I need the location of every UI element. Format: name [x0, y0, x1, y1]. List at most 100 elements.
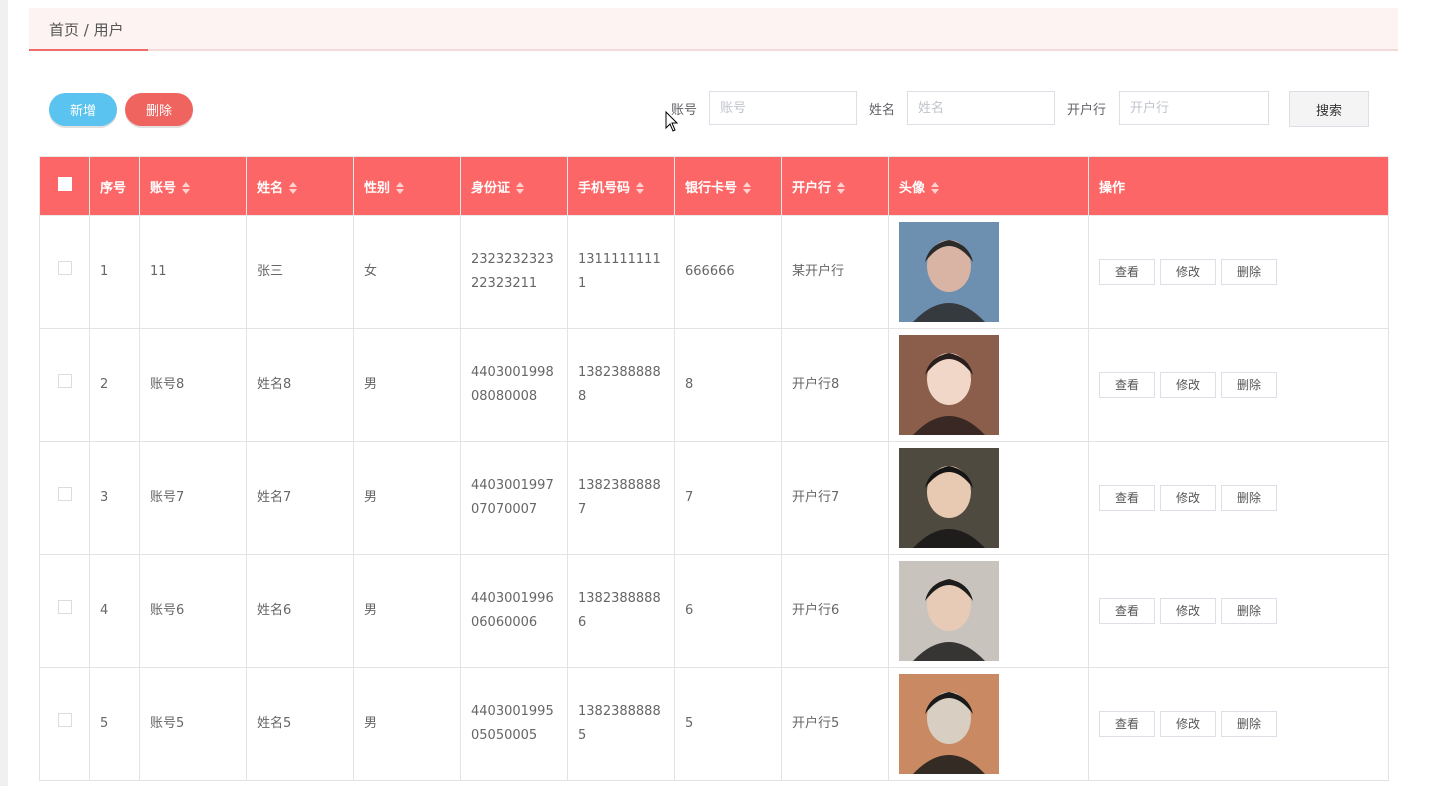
row-checkbox-cell[interactable] [39, 215, 90, 329]
cell-gender: 男 [353, 328, 461, 442]
header-index: 序号 [89, 156, 140, 216]
table-row: 4 账号6 姓名6 男 440300199606060006 13823888886 6 开户… [39, 554, 1389, 668]
cell-phone: 13823888887 [567, 441, 675, 555]
cell-account: 11 [139, 215, 247, 329]
view-button[interactable]: 查看 [1099, 259, 1155, 285]
cell-id-card: 440300199606060006 [460, 554, 568, 668]
select-all-checkbox[interactable] [57, 177, 72, 191]
row-checkbox-cell[interactable] [39, 667, 90, 781]
sort-icon[interactable] [289, 182, 298, 194]
cell-index: 1 [89, 215, 140, 329]
cell-account: 账号8 [139, 328, 247, 442]
cell-bank-card: 7 [674, 441, 782, 555]
header-gender[interactable]: 性别 [353, 156, 461, 216]
row-checkbox[interactable] [57, 261, 72, 275]
cell-index: 4 [89, 554, 140, 668]
cell-id-card: 440300199505050005 [460, 667, 568, 781]
view-button[interactable]: 查看 [1099, 485, 1155, 511]
cell-bank: 开户行5 [781, 667, 889, 781]
row-checkbox[interactable] [57, 600, 72, 614]
cell-phone: 13111111111 [567, 215, 675, 329]
row-checkbox-cell[interactable] [39, 554, 90, 668]
cell-index: 5 [89, 667, 140, 781]
cell-account: 账号5 [139, 667, 247, 781]
cell-phone: 13823888885 [567, 667, 675, 781]
row-checkbox[interactable] [57, 487, 72, 501]
cell-actions: 查看 修改 删除 [1088, 554, 1389, 668]
table-row: 1 11 张三女 232323232322323211 13111111111 66666… [39, 215, 1389, 329]
view-button[interactable]: 查看 [1099, 372, 1155, 398]
header-actions: 操作 [1088, 156, 1389, 216]
row-checkbox-cell[interactable] [39, 328, 90, 442]
cell-id-card: 232323232322323211 [460, 215, 568, 329]
search-button[interactable]: 搜索 [1289, 91, 1369, 127]
view-button[interactable]: 查看 [1099, 598, 1155, 624]
table-row: 5 账号5 姓名5 男 440300199505050005 13823888885 5 开户… [39, 667, 1389, 781]
header-avatar[interactable]: 头像 [888, 156, 1089, 216]
edit-button[interactable]: 修改 [1160, 485, 1216, 511]
cell-phone: 13823888888 [567, 328, 675, 442]
edit-button[interactable]: 修改 [1160, 711, 1216, 737]
row-checkbox-cell[interactable] [39, 441, 90, 555]
avatar-photo[interactable] [899, 222, 999, 322]
cell-name: 张三 [246, 215, 354, 329]
table-row: 3 账号7 姓名7 男 440300199707070007 13823888887 7 开户… [39, 441, 1389, 555]
row-delete-button[interactable]: 删除 [1221, 259, 1277, 285]
row-checkbox[interactable] [57, 374, 72, 388]
avatar-photo[interactable] [899, 674, 999, 774]
row-checkbox[interactable] [57, 713, 72, 727]
avatar-photo[interactable] [899, 561, 999, 661]
edit-button[interactable]: 修改 [1160, 372, 1216, 398]
sort-icon[interactable] [396, 182, 405, 194]
cell-account: 账号7 [139, 441, 247, 555]
delete-button[interactable]: 删除 [125, 93, 193, 126]
cell-actions: 查看 修改 删除 [1088, 328, 1389, 442]
view-button[interactable]: 查看 [1099, 711, 1155, 737]
avatar-photo[interactable] [899, 448, 999, 548]
breadcrumb-bar: 首页 / 用户 [29, 8, 1398, 51]
cell-name: 姓名8 [246, 328, 354, 442]
header-bank[interactable]: 开户行 [781, 156, 889, 216]
cell-bank: 开户行7 [781, 441, 889, 555]
sort-icon[interactable] [837, 182, 846, 194]
cell-name: 姓名5 [246, 667, 354, 781]
sort-icon[interactable] [636, 182, 645, 194]
add-button[interactable]: 新增 [49, 93, 117, 126]
cursor-icon [665, 111, 679, 132]
sort-icon[interactable] [743, 182, 752, 194]
sort-icon[interactable] [516, 182, 525, 194]
sort-icon[interactable] [182, 182, 191, 194]
cell-bank-card: 5 [674, 667, 782, 781]
header-id-card[interactable]: 身份证 [460, 156, 568, 216]
left-edge [0, 0, 8, 786]
edit-button[interactable]: 修改 [1160, 598, 1216, 624]
row-delete-button[interactable]: 删除 [1221, 598, 1277, 624]
search-account-input[interactable] [709, 91, 857, 125]
breadcrumb: 首页 / 用户 [49, 21, 124, 39]
search-name-input[interactable] [907, 91, 1055, 125]
header-bank-card[interactable]: 银行卡号 [674, 156, 782, 216]
edit-button[interactable]: 修改 [1160, 259, 1216, 285]
cell-account: 账号6 [139, 554, 247, 668]
search-bank-label: 开户行 [1067, 103, 1107, 118]
cell-avatar [888, 328, 1089, 442]
header-name[interactable]: 姓名 [246, 156, 354, 216]
search-name-label: 姓名 [869, 103, 896, 118]
cell-gender: 男 [353, 667, 461, 781]
cell-bank-card: 6 [674, 554, 782, 668]
search-bank-input[interactable] [1119, 91, 1269, 125]
row-delete-button[interactable]: 删除 [1221, 711, 1277, 737]
row-delete-button[interactable]: 删除 [1221, 485, 1277, 511]
cell-actions: 查看 修改 删除 [1088, 215, 1389, 329]
table-header-row: 序号 账号 姓名 性别 身份证 手机号码 银行卡号 开户行 头像 操作 [39, 156, 1389, 216]
cell-bank-card: 666666 [674, 215, 782, 329]
cell-bank-card: 8 [674, 328, 782, 442]
cell-id-card: 440300199707070007 [460, 441, 568, 555]
sort-icon[interactable] [931, 182, 940, 194]
cell-bank: 开户行8 [781, 328, 889, 442]
avatar-photo[interactable] [899, 335, 999, 435]
row-delete-button[interactable]: 删除 [1221, 372, 1277, 398]
header-phone[interactable]: 手机号码 [567, 156, 675, 216]
header-account[interactable]: 账号 [139, 156, 247, 216]
select-all-cell[interactable] [39, 156, 90, 216]
